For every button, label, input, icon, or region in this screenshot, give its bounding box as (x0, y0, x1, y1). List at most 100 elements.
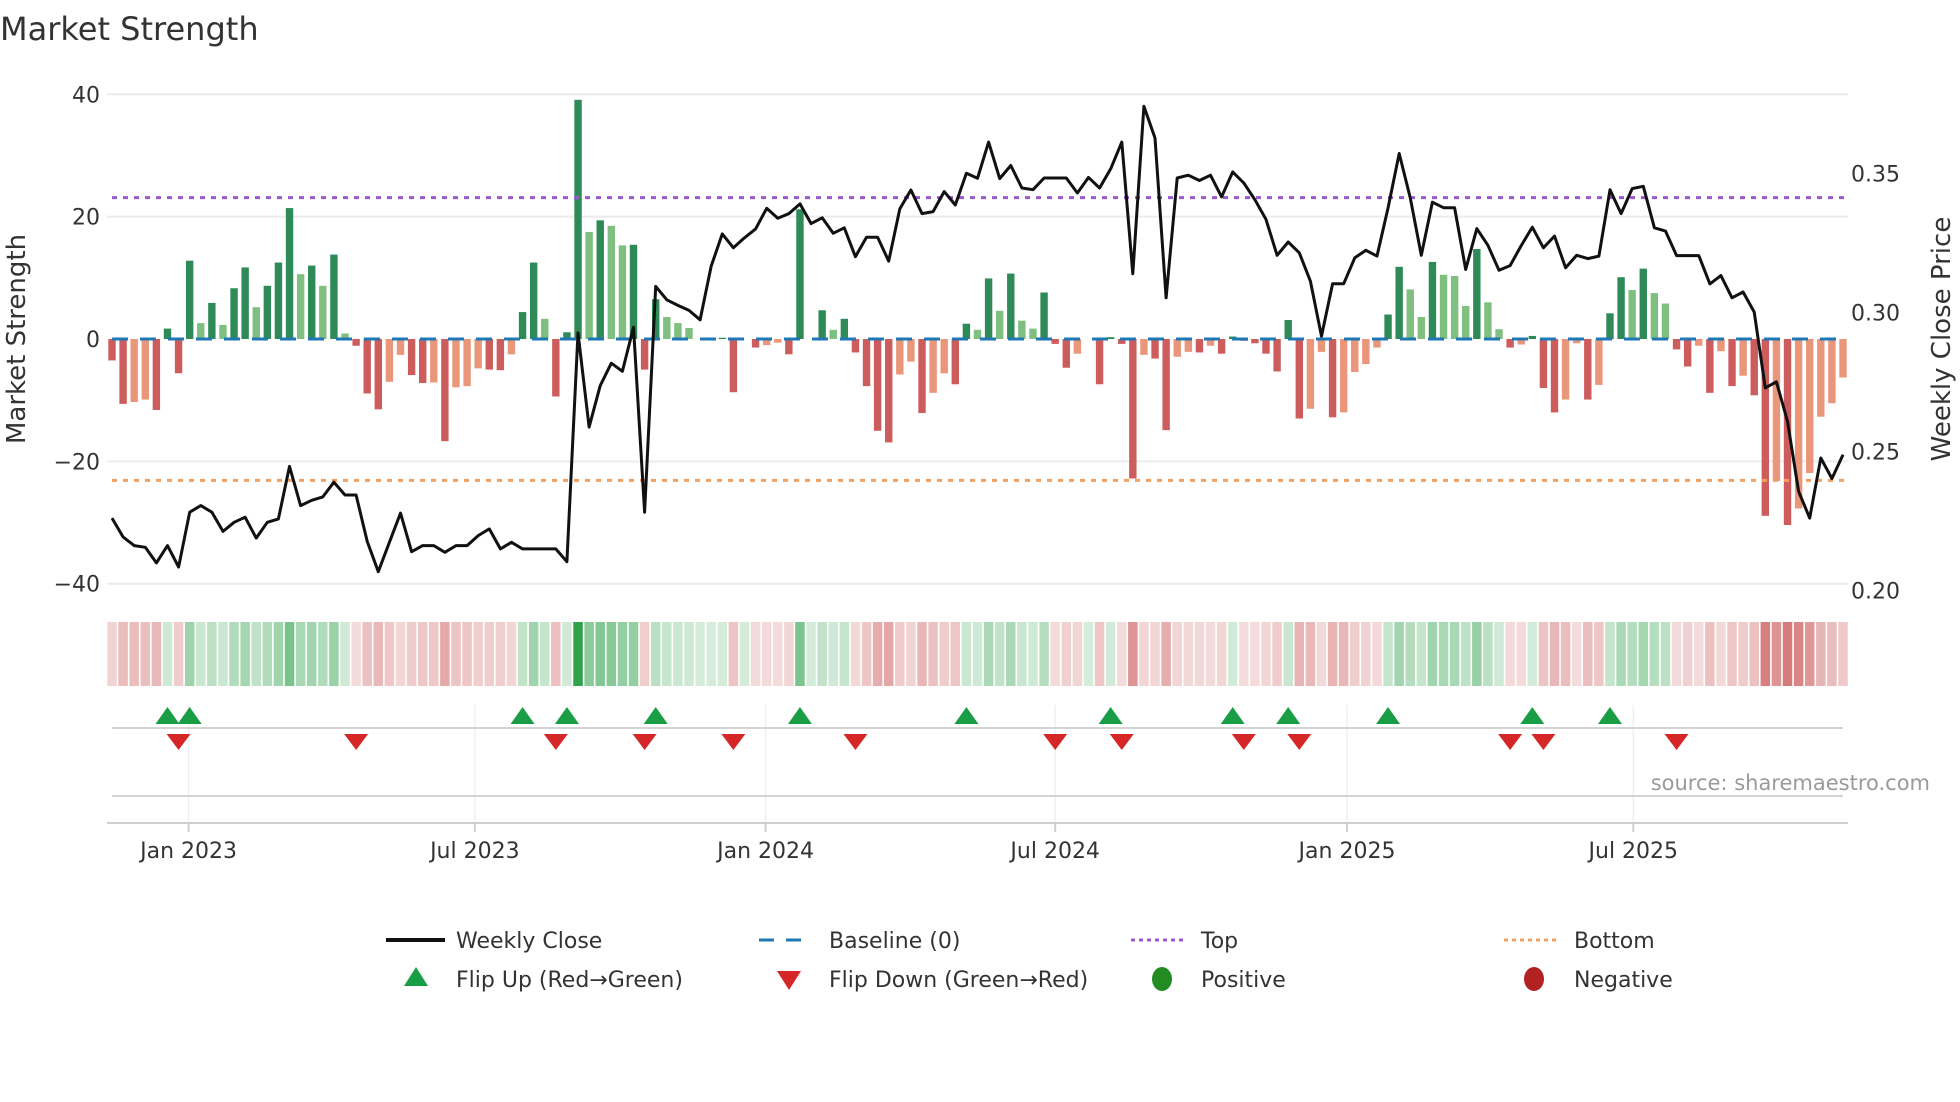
heat-strip-cell (695, 622, 705, 686)
strength-bar (407, 339, 416, 376)
heat-strip-cell (1583, 622, 1593, 686)
strength-bar (1650, 293, 1659, 339)
heat-strip-cell (1405, 622, 1416, 686)
heat-strip-cell (484, 622, 495, 686)
strength-bar (1106, 337, 1115, 339)
heat-strip-cell (1161, 622, 1171, 686)
heat-strip-cell (340, 622, 350, 686)
flip-up-marker (1098, 707, 1123, 724)
flip-markers-panel (107, 705, 1848, 824)
flip-down-marker (166, 734, 191, 750)
strength-bar (1384, 314, 1392, 339)
strength-bar (674, 323, 682, 339)
strength-bar (818, 310, 826, 339)
heat-strip-cell (1671, 622, 1682, 686)
circle-icon (1524, 967, 1544, 991)
market-strength-chart: Market Strength 40 20 0 −20 −40 0.35 0.30 0.25… (0, 10, 1957, 993)
heat-strip-cell (1216, 622, 1227, 686)
heat-strip-cell (1416, 622, 1427, 686)
strength-bar (541, 318, 549, 339)
x-axis-ticks: Jan 2023 Jul 2023 Jan 2024 Jul 2024 Jan 2025… (138, 823, 1678, 864)
y2-tick-label: 0.30 (1851, 302, 1900, 327)
legend-item-flip-down[interactable]: Flip Down (Green→Red) (777, 968, 1088, 993)
heat-strip-cell (961, 622, 972, 686)
heat-strip-cell (1227, 622, 1238, 686)
heat-strip-cell (295, 622, 306, 686)
strength-bar (319, 285, 327, 339)
heat-strip-cell (1283, 622, 1293, 686)
heat-strip-cell (251, 622, 261, 686)
strength-bar (1462, 305, 1470, 339)
strength-bar (1284, 320, 1292, 339)
strength-bar (174, 339, 183, 374)
strength-bar (1806, 339, 1814, 473)
strength-bar (1839, 339, 1847, 378)
strength-bar (141, 339, 149, 400)
heat-strip-cell (1239, 622, 1249, 686)
heat-strip-cell (184, 622, 195, 686)
heat-strip-cell (440, 622, 450, 686)
heat-strip-cell (118, 622, 128, 686)
heat-strip-cell (451, 622, 461, 686)
strength-bar (1595, 339, 1603, 385)
strength-bar (1306, 339, 1315, 409)
strength-bar (1018, 320, 1026, 339)
heat-strip-cell (1793, 622, 1804, 686)
flip-up-marker (554, 707, 579, 724)
heat-strip-cell (817, 622, 827, 686)
legend-item-positive[interactable]: Positive (1152, 967, 1286, 993)
heat-strip-cell (1738, 622, 1748, 686)
strength-bar (308, 265, 316, 339)
strength-bar (430, 339, 438, 383)
heat-strip-cell (806, 622, 816, 686)
x-tick-label: Jan 2024 (715, 839, 814, 864)
strength-bar (396, 339, 405, 355)
legend-item-flip-up[interactable]: Flip Up (Red→Green) (404, 967, 683, 993)
strength-bar (208, 302, 216, 339)
heat-strip-cell (1505, 622, 1515, 686)
strength-bar (1661, 303, 1670, 339)
heat-strip-cell (939, 622, 949, 686)
flip-down-marker (1531, 734, 1556, 750)
strength-bar (629, 244, 638, 339)
x-tick-label: Jul 2024 (1008, 839, 1100, 864)
strength-bar (263, 285, 272, 339)
strength-bar (951, 339, 960, 385)
heat-strip-cell (795, 622, 805, 686)
flip-up-marker (1597, 707, 1622, 724)
heat-strip-cell (329, 622, 339, 686)
strength-bar (507, 339, 516, 355)
legend-item-weekly-close[interactable]: Weekly Close (386, 929, 602, 954)
heat-strip-cell (1649, 622, 1660, 686)
heat-strip-cell (1782, 622, 1793, 686)
heat-strip-cell (207, 622, 217, 686)
heat-strip-cell (1205, 622, 1216, 686)
flip-down-marker (543, 734, 568, 750)
heat-strip-cell (429, 622, 439, 686)
legend-item-top[interactable]: Top (1131, 929, 1238, 954)
strength-bar (885, 339, 893, 443)
strength-bar (785, 339, 793, 355)
flip-up-marker (1520, 707, 1545, 724)
heat-strip-cell (1460, 622, 1471, 686)
strength-bar (1550, 339, 1559, 413)
legend-item-baseline[interactable]: Baseline (0) (759, 929, 960, 954)
strength-bar (851, 339, 860, 353)
strength-bar (1528, 335, 1537, 339)
x-tick-label: Jan 2025 (1297, 839, 1396, 864)
heat-strip-cell (1682, 622, 1693, 686)
strength-bar (1029, 328, 1037, 339)
strength-bar (929, 339, 937, 393)
heat-strip-cell (728, 622, 739, 686)
heat-strip-cell (107, 622, 117, 686)
heat-strip-cell (1516, 622, 1526, 686)
strength-bar (718, 337, 726, 339)
heat-strip-cell (1150, 622, 1160, 686)
legend-item-negative[interactable]: Negative (1524, 967, 1673, 993)
legend-item-bottom[interactable]: Bottom (1504, 929, 1655, 954)
heat-strip-cell (1605, 622, 1615, 686)
strength-bar (1606, 313, 1614, 339)
heat-strip-cell (928, 622, 938, 686)
heat-strip-cell (972, 622, 983, 686)
flip-down-marker (1043, 734, 1068, 750)
